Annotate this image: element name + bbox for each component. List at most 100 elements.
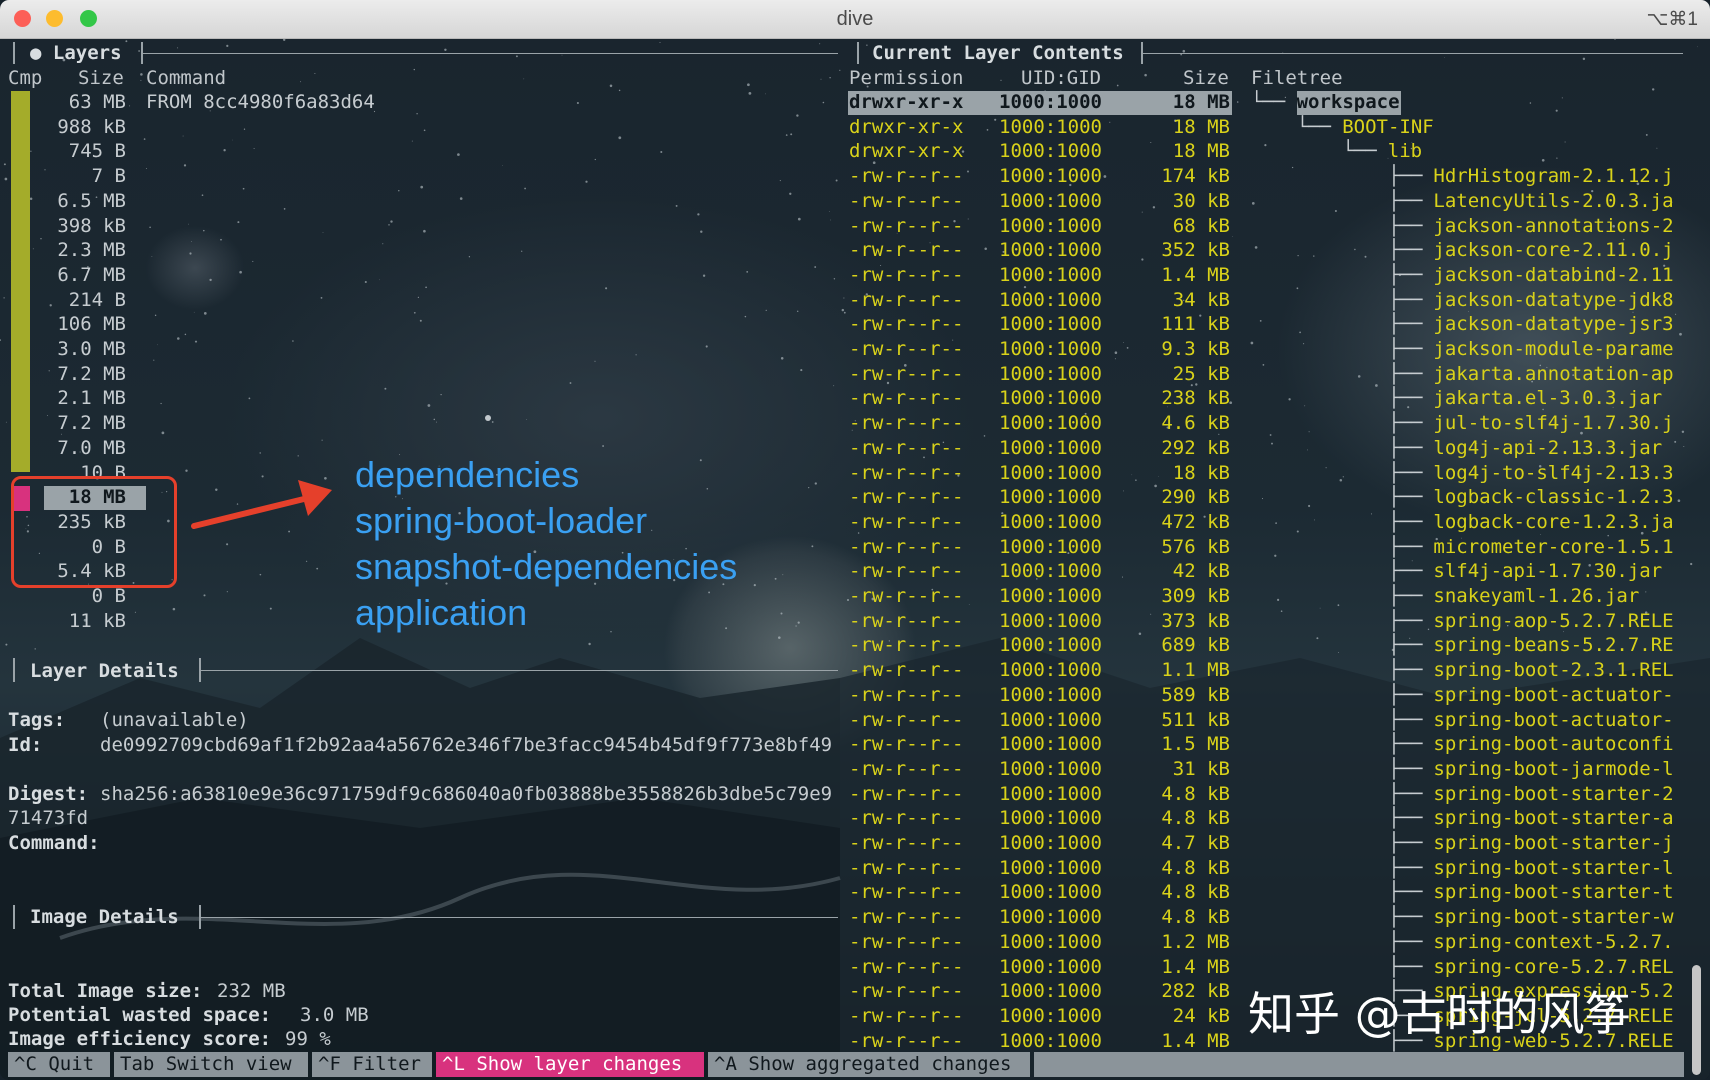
file-name: spring-boot-autoconfi [1433, 733, 1674, 756]
layer-size: 6.7 MB [57, 263, 126, 286]
layer-row[interactable]: 3.0 MB [0, 337, 840, 361]
file-uid-gid: 1000:1000 [999, 634, 1102, 657]
filetree-row[interactable]: -rw-r--r-- 1000:1000 352 kB ├── jackson-co… [846, 238, 1676, 262]
layer-row[interactable]: 7.2 MB [0, 362, 840, 386]
layer-row[interactable]: 2.1 MB [0, 386, 840, 410]
keybinding-show-layer-changes[interactable]: ^L Show layer changes [436, 1052, 704, 1077]
filetree-row[interactable]: -rw-r--r-- 1000:1000 1.5 MB ├── spring-boo… [846, 732, 1676, 756]
filetree-row[interactable]: drwxr-xr-x 1000:1000 18 MB └── workspace [846, 90, 1676, 115]
filetree-row[interactable]: -rw-r--r-- 1000:1000 1.2 MB ├── spring-con… [846, 930, 1676, 954]
filetree-row[interactable]: -rw-r--r-- 1000:1000 689 kB ├── spring-bea… [846, 633, 1676, 657]
layer-row[interactable]: 214 B [0, 288, 840, 312]
filetree-row[interactable]: -rw-r--r-- 1000:1000 4.8 kB ├── spring-boo… [846, 856, 1676, 880]
file-uid-gid: 1000:1000 [999, 980, 1102, 1003]
file-name: spring-boot-starter-l [1433, 856, 1674, 879]
layer-row[interactable]: 7 B [0, 164, 840, 188]
keybinding-show-aggregated-changes[interactable]: ^A Show aggregated changes [708, 1052, 1030, 1077]
filetree-row[interactable]: -rw-r--r-- 1000:1000 373 kB ├── spring-aop… [846, 609, 1676, 633]
file-name: slf4j-api-1.7.30.jar [1433, 560, 1663, 583]
layer-row[interactable]: 398 kB [0, 214, 840, 238]
filetree-row[interactable]: -rw-r--r-- 1000:1000 1.4 MB ├── spring-cor… [846, 955, 1676, 979]
file-name: spring-boot-jarmode-l [1433, 757, 1674, 780]
keybinding-quit[interactable]: ^C Quit [8, 1052, 110, 1077]
layer-row[interactable]: 2.3 MB [0, 238, 840, 262]
layer-size: 398 kB [57, 214, 126, 237]
file-tree-branch: ├── [1251, 881, 1435, 904]
filetree-row[interactable]: -rw-r--r-- 1000:1000 18 kB ├── log4j-to-sl… [846, 461, 1676, 485]
layer-row[interactable]: 988 kB [0, 115, 840, 139]
filetree-row[interactable]: -rw-r--r-- 1000:1000 31 kB ├── spring-boot… [846, 757, 1676, 781]
layer-row[interactable]: 7.2 MB [0, 411, 840, 435]
file-tree-branch: ├── [1251, 634, 1435, 657]
filetree-row[interactable]: -rw-r--r-- 1000:1000 34 kB ├── jackson-dat… [846, 288, 1676, 312]
file-name: spring-boot-starter-w [1433, 906, 1674, 929]
scrollbar[interactable] [1692, 965, 1701, 1075]
filetree-row[interactable]: -rw-r--r-- 1000:1000 30 kB ├── LatencyUtil… [846, 189, 1676, 213]
keybinding-filter[interactable]: ^F Filter [312, 1052, 432, 1077]
filetree-row[interactable]: -rw-r--r-- 1000:1000 511 kB ├── spring-boo… [846, 708, 1676, 732]
file-tree-branch: └── [1251, 91, 1297, 113]
file-permission: -rw-r--r-- [849, 708, 964, 731]
file-permission: -rw-r--r-- [849, 980, 964, 1003]
layers-header-size: Size [78, 67, 124, 89]
filetree-row[interactable]: -rw-r--r-- 1000:1000 472 kB ├── logback-co… [846, 510, 1676, 534]
filetree-row[interactable]: -rw-r--r-- 1000:1000 9.3 kB ├── jackson-mo… [846, 337, 1676, 361]
contents-header-uid: UID:GID [1021, 67, 1102, 89]
total-size-value: 232 MB [217, 980, 286, 1002]
layer-row[interactable]: 6.7 MB [0, 263, 840, 287]
filetree-row[interactable]: -rw-r--r-- 1000:1000 292 kB ├── log4j-api-… [846, 436, 1676, 460]
file-uid-gid: 1000:1000 [999, 585, 1102, 607]
layer-row[interactable]: 745 B [0, 139, 840, 163]
file-tree-branch: ├── [1251, 535, 1435, 558]
terminal-window: dive ⌥⌘1 ● Layers Cmp Size Command 63 MB… [0, 0, 1710, 1080]
layer-row[interactable]: 6.5 MB [0, 189, 840, 213]
filetree-row[interactable]: -rw-r--r-- 1000:1000 4.7 kB ├── spring-boo… [846, 831, 1676, 855]
layer-size: 6.5 MB [57, 189, 126, 212]
filetree-row[interactable]: -rw-r--r-- 1000:1000 1.4 MB ├── jackson-da… [846, 263, 1676, 287]
file-permission: -rw-r--r-- [849, 634, 964, 657]
file-uid-gid: 1000:1000 [999, 535, 1102, 558]
layer-row[interactable]: 63 MB FROM 8cc4980f6a83d64 [0, 90, 840, 114]
file-size: 174 kB [1161, 165, 1230, 188]
filetree-row[interactable]: -rw-r--r-- 1000:1000 290 kB ├── logback-cl… [846, 485, 1676, 509]
file-uid-gid: 1000:1000 [999, 659, 1102, 682]
layer-row[interactable]: 106 MB [0, 312, 840, 336]
filetree-row[interactable]: -rw-r--r-- 1000:1000 4.8 kB ├── spring-boo… [846, 782, 1676, 806]
filetree-row[interactable]: -rw-r--r-- 1000:1000 68 kB ├── jackson-ann… [846, 214, 1676, 238]
file-name: spring-core-5.2.7.REL [1433, 955, 1674, 978]
file-tree-branch: ├── [1251, 189, 1435, 212]
digest-label: Digest: [8, 783, 89, 805]
filetree-row[interactable]: -rw-r--r-- 1000:1000 25 kB ├── jakarta.ann… [846, 362, 1676, 386]
filetree-row[interactable]: -rw-r--r-- 1000:1000 42 kB ├── slf4j-api-1… [846, 559, 1676, 583]
filetree-row[interactable]: -rw-r--r-- 1000:1000 4.8 kB ├── spring-boo… [846, 880, 1676, 904]
filetree-row[interactable]: -rw-r--r-- 1000:1000 4.8 kB ├── spring-boo… [846, 806, 1676, 830]
filetree-row[interactable]: -rw-r--r-- 1000:1000 111 kB ├── jackson-da… [846, 312, 1676, 336]
file-permission: -rw-r--r-- [849, 585, 964, 607]
file-tree-branch: ├── [1251, 387, 1435, 410]
filetree-row[interactable]: -rw-r--r-- 1000:1000 4.8 kB ├── spring-boo… [846, 905, 1676, 929]
file-size: 9.3 kB [1161, 338, 1230, 360]
file-permission: -rw-r--r-- [849, 683, 964, 706]
file-permission: -rw-r--r-- [849, 412, 964, 435]
file-name: LatencyUtils-2.0.3.ja [1433, 189, 1674, 212]
filetree-row[interactable]: -rw-r--r-- 1000:1000 576 kB ├── micrometer… [846, 535, 1676, 559]
filetree-row[interactable]: -rw-r--r-- 1000:1000 309 kB ├── snakeyaml-… [846, 584, 1676, 608]
file-size: 1.2 MB [1161, 930, 1230, 953]
efficiency-value: 99 % [285, 1028, 331, 1050]
filetree-row[interactable]: drwxr-xr-x 1000:1000 18 MB └── lib [846, 139, 1676, 163]
filetree-row[interactable]: -rw-r--r-- 1000:1000 589 kB ├── spring-boo… [846, 683, 1676, 707]
filetree-row[interactable]: -rw-r--r-- 1000:1000 238 kB ├── jakarta.el… [846, 386, 1676, 410]
filetree-row[interactable]: -rw-r--r-- 1000:1000 4.6 kB ├── jul-to-slf… [846, 411, 1676, 435]
file-size: 4.8 kB [1161, 881, 1230, 904]
layer-size: 7 B [91, 165, 126, 188]
filetree-row[interactable]: drwxr-xr-x 1000:1000 18 MB └── BOOT-INF [846, 115, 1676, 139]
layer-size: 7.2 MB [57, 412, 126, 435]
file-uid-gid: 1000:1000 [999, 708, 1102, 731]
filetree-row[interactable]: -rw-r--r-- 1000:1000 174 kB ├── HdrHistogr… [846, 164, 1676, 188]
file-name: jakarta.el-3.0.3.jar [1433, 387, 1663, 410]
layer-details-title: Layer Details [30, 660, 179, 682]
keybinding-switch-view[interactable]: Tab Switch view [114, 1052, 308, 1077]
total-size-label: Total Image size: [8, 980, 203, 1002]
filetree-row[interactable]: -rw-r--r-- 1000:1000 1.1 MB ├── spring-boo… [846, 658, 1676, 682]
file-permission: -rw-r--r-- [849, 165, 964, 188]
